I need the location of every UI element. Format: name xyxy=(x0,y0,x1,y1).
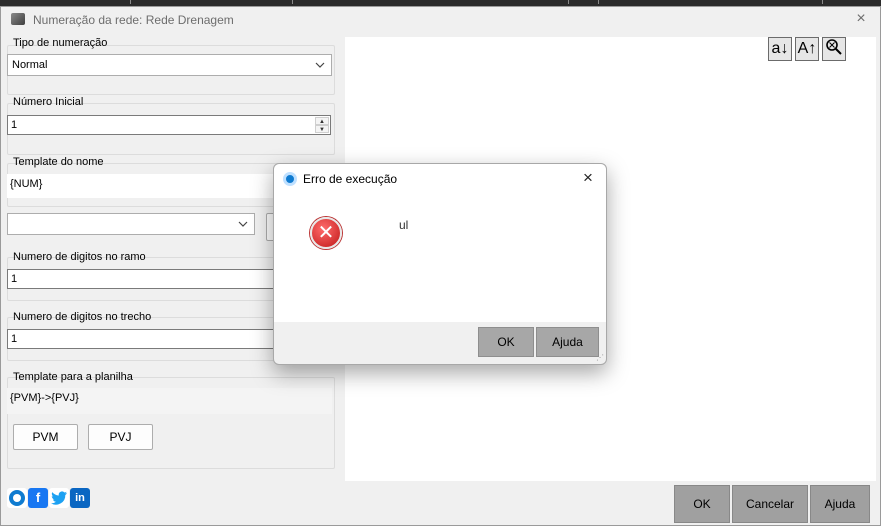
zoom-button[interactable] xyxy=(822,37,846,61)
segment-digits-label: Numero de digitos no trecho xyxy=(13,311,152,323)
initial-number-label: Número Inicial xyxy=(13,96,84,108)
name-template-label: Template do nome xyxy=(13,156,104,168)
pvj-button[interactable]: PVJ xyxy=(88,424,153,450)
chevron-down-icon xyxy=(314,56,326,74)
segment-digits-value: 1 xyxy=(11,333,18,345)
help-button[interactable]: Ajuda xyxy=(810,485,870,523)
numbering-type-label: Tipo de numeração xyxy=(13,37,108,49)
chevron-down-icon xyxy=(237,215,249,233)
pvm-button[interactable]: PVM xyxy=(13,424,78,450)
background-tick xyxy=(292,0,293,4)
sort-descending-icon: A↑ xyxy=(797,40,817,57)
error-body: ✕ ul xyxy=(274,194,606,322)
window-title: Numeração da rede: Rede Drenagem xyxy=(33,13,234,27)
error-message: ul xyxy=(399,218,409,232)
background-tick xyxy=(598,0,599,4)
error-help-button[interactable]: Ajuda xyxy=(536,327,599,357)
zoom-icon xyxy=(825,39,843,60)
field-select[interactable] xyxy=(7,213,255,235)
sort-descending-button[interactable]: A↑ xyxy=(795,37,819,61)
sheet-template-label: Template para a planilha xyxy=(13,371,133,383)
sort-ascending-button[interactable]: a↓ xyxy=(768,37,792,61)
error-ok-button[interactable]: OK xyxy=(478,327,534,357)
stepper-up-icon[interactable]: ▲ xyxy=(315,117,329,125)
stepper-down-icon[interactable]: ▼ xyxy=(315,125,329,133)
sheet-template-input[interactable]: {PVM}->{PVJ} xyxy=(7,388,332,414)
background-tick xyxy=(568,0,569,4)
error-titlebar: Erro de execução × xyxy=(274,164,606,194)
branch-digits-value: 1 xyxy=(11,273,18,285)
error-icon: ✕ xyxy=(310,217,342,249)
twitter-icon[interactable] xyxy=(49,488,69,508)
ok-button[interactable]: OK xyxy=(674,485,730,523)
name-template-value: {NUM} xyxy=(10,178,43,190)
numbering-type-select[interactable]: Normal xyxy=(7,54,332,76)
resize-grip-icon[interactable]: ⋰ xyxy=(596,353,604,362)
titlebar: Numeração da rede: Rede Drenagem × xyxy=(1,7,880,33)
error-dialog: Erro de execução × ✕ ul OK Ajuda ⋰ xyxy=(273,163,607,365)
numbering-type-value: Normal xyxy=(12,59,48,71)
sheet-template-value: {PVM}->{PVJ} xyxy=(10,392,79,404)
stepper-buttons[interactable]: ▲ ▼ xyxy=(315,117,329,133)
error-title: Erro de execução xyxy=(303,172,398,186)
app-logo-icon xyxy=(283,172,297,186)
sort-ascending-icon: a↓ xyxy=(771,40,789,57)
background-tick xyxy=(822,0,823,4)
cancel-button[interactable]: Cancelar xyxy=(732,485,808,523)
app-window-icon xyxy=(11,13,25,25)
branch-digits-label: Numero de digitos no ramo xyxy=(13,251,146,263)
close-icon[interactable]: × xyxy=(850,9,872,29)
close-icon[interactable]: × xyxy=(578,168,598,188)
initial-number-value: 1 xyxy=(11,119,18,131)
initial-number-stepper[interactable]: 1 ▲ ▼ xyxy=(7,115,331,135)
background-tick xyxy=(130,0,131,4)
app-logo-icon[interactable] xyxy=(7,488,27,508)
linkedin-icon[interactable]: in xyxy=(70,488,90,508)
facebook-icon[interactable]: f xyxy=(28,488,48,508)
